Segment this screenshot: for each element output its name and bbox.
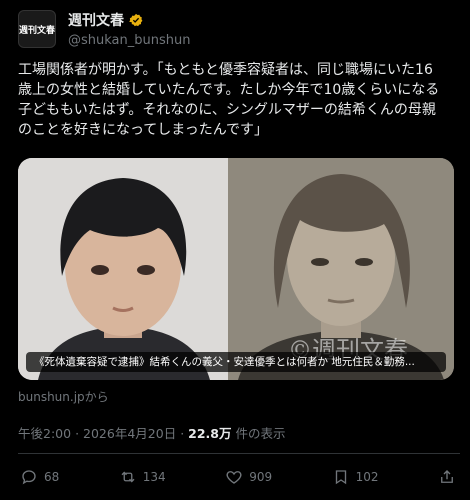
avatar-text: 週刊文春 — [19, 25, 56, 36]
repost-count: 134 — [142, 470, 166, 484]
tweet-meta: 午後2:00 · 2026年4月20日 · 22.8万 件の表示 — [18, 423, 286, 442]
photo-man: ©週刊文春 — [228, 158, 454, 380]
share-button[interactable] — [438, 466, 456, 488]
boy-portrait-image — [18, 158, 228, 380]
heart-icon — [226, 471, 242, 484]
tweet-date[interactable]: 2026年4月20日 — [83, 426, 176, 441]
tweet-line: 歳上の女性と結婚していたんです。たしか今年で10歳くらいになる — [18, 82, 440, 98]
tweet-header: 週刊文春 週刊文春 @shukan_bunshun — [18, 8, 460, 52]
link-card-caption[interactable]: 《死体遺棄容疑で逮捕》結希くんの義父・安達優季とは何者か 地元住民＆勤務... — [26, 352, 446, 372]
bookmark-button[interactable]: 102 — [332, 466, 379, 488]
man-portrait-image: ©週刊文春 — [228, 158, 454, 380]
tweet-time[interactable]: 午後2:00 — [18, 426, 71, 441]
photo-boy — [18, 158, 228, 380]
reply-button[interactable]: 68 — [20, 466, 59, 488]
like-count: 909 — [249, 470, 273, 484]
like-button[interactable]: 909 — [225, 466, 272, 488]
author-names: 週刊文春 @shukan_bunshun — [68, 10, 190, 48]
handle[interactable]: @shukan_bunshun — [68, 33, 190, 48]
tweet-line: のことを好きになってしまったんです」 — [18, 122, 269, 138]
tweet-line: 子どももいたはず。それなのに、シングルマザーの結希くんの母親 — [18, 102, 436, 118]
avatar[interactable]: 週刊文春 — [18, 10, 56, 48]
meta-separator: · — [75, 426, 80, 441]
view-label: 件の表示 — [235, 426, 286, 441]
bookmark-icon — [335, 470, 346, 485]
display-name[interactable]: 週刊文春 — [68, 10, 124, 30]
reply-icon — [22, 470, 36, 485]
action-bar: 68 134 909 102 — [20, 466, 456, 488]
reply-count: 68 — [44, 470, 60, 484]
divider — [18, 453, 460, 454]
verified-badge-icon — [129, 13, 143, 27]
bookmark-count: 102 — [355, 470, 379, 484]
repost-button[interactable]: 134 — [119, 466, 166, 488]
repost-icon — [121, 471, 135, 483]
view-count: 22.8万 — [188, 426, 232, 441]
share-icon — [441, 470, 453, 483]
tweet-text: 工場関係者が明かす。「もともと優季容疑者は、同じ職場にいた16 歳上の女性と結婚… — [18, 60, 458, 140]
meta-separator: · — [180, 426, 185, 441]
link-card-media[interactable]: ©週刊文春 《死体遺棄容疑で逮捕》結希くんの義父・安達優季とは何者か 地元住民＆… — [18, 158, 454, 380]
tweet-line: 工場関係者が明かす。「もともと優季容疑者は、同じ職場にいた16 — [18, 62, 433, 78]
link-source[interactable]: bunshun.jpから — [18, 388, 109, 405]
